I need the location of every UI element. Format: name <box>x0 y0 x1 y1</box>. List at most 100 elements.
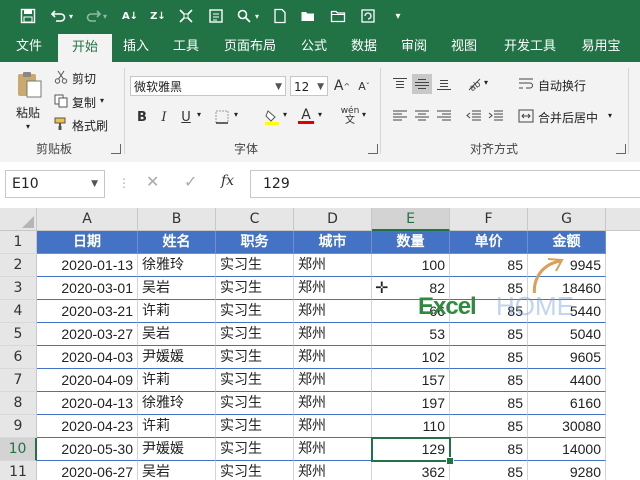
table-cell-date[interactable]: 2020-01-13 <box>37 254 138 277</box>
alignment-launcher-icon[interactable] <box>616 144 626 154</box>
align-middle-icon[interactable] <box>412 74 432 94</box>
table-cell-title[interactable]: 实习生 <box>216 277 294 300</box>
new-file-icon[interactable] <box>270 6 290 26</box>
table-cell-name[interactable]: 尹媛媛 <box>138 438 216 461</box>
table-cell-city[interactable]: 郑州 <box>294 254 372 277</box>
table-cell-date[interactable]: 2020-03-27 <box>37 323 138 346</box>
table-cell-title[interactable]: 实习生 <box>216 346 294 369</box>
table-cell-amount[interactable]: 9280 <box>528 461 606 480</box>
row-header-5[interactable]: 5 <box>0 323 37 346</box>
table-cell-name[interactable]: 许莉 <box>138 300 216 323</box>
table-header-cell[interactable]: 城市 <box>294 231 372 254</box>
formula-input[interactable]: 129 <box>250 170 640 198</box>
worksheet-grid[interactable]: ABCDEFG 1 2 3 4 5 6 7 8 9 10 11 日期 姓名 职务 城市 数量 单价 金额 2020… <box>0 208 640 480</box>
enter-icon[interactable]: ✓ <box>184 172 197 191</box>
table-cell-city[interactable]: 郑州 <box>294 300 372 323</box>
sort-descending-icon[interactable]: Z↓ <box>148 6 168 26</box>
tab-tools[interactable]: 工具 <box>164 32 208 62</box>
table-cell-date[interactable]: 2020-04-03 <box>37 346 138 369</box>
table-cell-name[interactable]: 徐雅玲 <box>138 392 216 415</box>
column-header-a[interactable]: A <box>37 208 138 231</box>
table-cell-title[interactable]: 实习生 <box>216 461 294 480</box>
undo-icon[interactable] <box>48 6 68 26</box>
copy-icon[interactable] <box>54 94 68 108</box>
table-cell-qty[interactable]: 157 <box>372 369 450 392</box>
table-cell-qty[interactable]: 129 <box>372 438 450 461</box>
insert-function-icon[interactable]: fx <box>221 173 234 189</box>
increase-indent-icon[interactable] <box>486 106 506 126</box>
table-cell-qty[interactable]: 362 <box>372 461 450 480</box>
border-icon[interactable] <box>212 107 232 127</box>
paste-icon[interactable] <box>14 70 44 100</box>
select-all-button[interactable] <box>0 208 37 231</box>
fill-color-dropdown-icon[interactable]: ▾ <box>283 110 287 119</box>
row-header-2[interactable]: 2 <box>0 254 37 277</box>
search-icon[interactable] <box>234 6 254 26</box>
row-header-9[interactable]: 9 <box>0 415 37 438</box>
row-header-7[interactable]: 7 <box>0 369 37 392</box>
table-cell-price[interactable]: 85 <box>450 461 528 480</box>
table-cell-price[interactable]: 85 <box>450 346 528 369</box>
table-cell-price[interactable]: 85 <box>450 438 528 461</box>
table-cell-city[interactable]: 郑州 <box>294 461 372 480</box>
table-cell-city[interactable]: 郑州 <box>294 392 372 415</box>
table-cell-date[interactable]: 2020-05-30 <box>37 438 138 461</box>
font-launcher-icon[interactable] <box>368 144 378 154</box>
font-color-button[interactable]: A <box>296 105 316 125</box>
table-cell-name[interactable]: 吴岩 <box>138 323 216 346</box>
font-name-combo[interactable]: 微软雅黑 ▼ <box>130 76 286 96</box>
table-cell-price[interactable]: 85 <box>450 415 528 438</box>
copy-dropdown-icon[interactable]: ▾ <box>100 96 104 105</box>
table-cell-qty[interactable]: 102 <box>372 346 450 369</box>
table-cell-city[interactable]: 郑州 <box>294 277 372 300</box>
copy-button[interactable]: 复制 <box>72 94 96 111</box>
redo-dropdown-icon[interactable]: ▾ <box>100 6 110 26</box>
fill-color-icon[interactable] <box>262 107 282 127</box>
row-header-3[interactable]: 3 <box>0 277 37 300</box>
align-center-icon[interactable] <box>412 106 432 126</box>
grow-font-button[interactable]: A ^ <box>332 76 352 96</box>
table-cell-name[interactable]: 许莉 <box>138 369 216 392</box>
row-header-4[interactable]: 4 <box>0 300 37 323</box>
table-cell-amount[interactable]: 30080 <box>528 415 606 438</box>
table-cell-date[interactable]: 2020-04-09 <box>37 369 138 392</box>
border-dropdown-icon[interactable]: ▾ <box>234 110 238 119</box>
align-top-icon[interactable] <box>390 74 410 94</box>
tab-home[interactable]: 开始 <box>58 34 112 62</box>
table-cell-city[interactable]: 郑州 <box>294 323 372 346</box>
tab-file[interactable]: 文件 <box>6 32 52 62</box>
table-cell-name[interactable]: 许莉 <box>138 415 216 438</box>
table-cell-title[interactable]: 实习生 <box>216 300 294 323</box>
table-cell-date[interactable]: 2020-03-01 <box>37 277 138 300</box>
column-header-c[interactable]: C <box>216 208 294 231</box>
tab-developer[interactable]: 开发工具 <box>498 32 562 62</box>
phonetic-dropdown-icon[interactable]: ▾ <box>362 110 366 119</box>
cancel-icon[interactable]: ✕ <box>146 172 159 191</box>
tab-easy-tools[interactable]: 易用宝 <box>572 32 630 62</box>
table-header-cell[interactable]: 职务 <box>216 231 294 254</box>
table-cell-city[interactable]: 郑州 <box>294 438 372 461</box>
folder-icon[interactable] <box>328 6 348 26</box>
paste-label[interactable]: 粘贴 <box>16 104 40 121</box>
column-header-h[interactable] <box>606 208 640 231</box>
row-header-11[interactable]: 11 <box>0 461 37 480</box>
format-painter-button[interactable]: 格式刷 <box>72 117 108 134</box>
table-cell-amount[interactable]: 5040 <box>528 323 606 346</box>
table-header-cell[interactable]: 姓名 <box>138 231 216 254</box>
merge-center-dropdown-icon[interactable]: ▾ <box>608 111 612 120</box>
table-cell-title[interactable]: 实习生 <box>216 254 294 277</box>
column-header-f[interactable]: F <box>450 208 528 231</box>
underline-button[interactable]: U <box>176 107 196 127</box>
table-cell-qty[interactable]: 197 <box>372 392 450 415</box>
phonetic-button[interactable]: wén 文 <box>340 106 360 126</box>
table-cell-name[interactable]: 吴岩 <box>138 461 216 480</box>
row-header-6[interactable]: 6 <box>0 346 37 369</box>
open-folder-icon[interactable] <box>298 6 318 26</box>
fill-handle[interactable] <box>446 457 454 465</box>
tab-data[interactable]: 数据 <box>342 32 386 62</box>
table-cell-name[interactable]: 吴岩 <box>138 277 216 300</box>
table-cell-qty[interactable]: 53 <box>372 323 450 346</box>
decrease-indent-icon[interactable] <box>464 106 484 126</box>
font-size-combo[interactable]: 12 ▼ <box>290 76 328 96</box>
table-cell-name[interactable]: 徐雅玲 <box>138 254 216 277</box>
